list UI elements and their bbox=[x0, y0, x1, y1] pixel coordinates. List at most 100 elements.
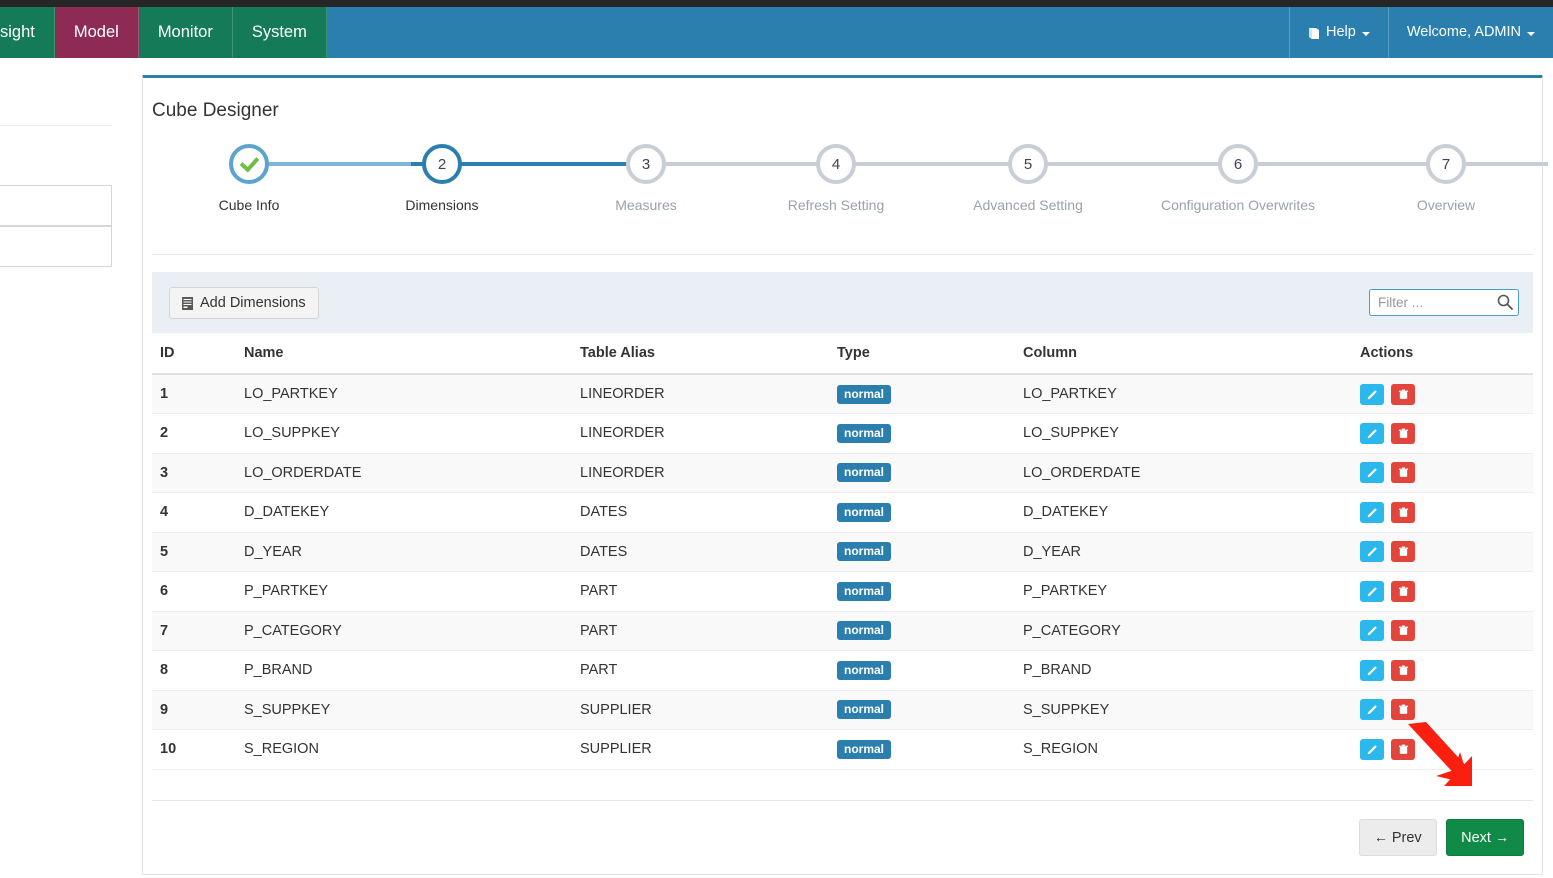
edit-row-button[interactable] bbox=[1360, 422, 1384, 444]
type-badge: normal bbox=[837, 700, 892, 720]
cell-name: P_PARTKEY bbox=[236, 571, 572, 612]
step-number: 7 bbox=[1441, 155, 1451, 173]
cell-actions bbox=[1352, 729, 1533, 770]
cell-id: 8 bbox=[152, 650, 236, 691]
column-header-type: Type bbox=[829, 333, 1015, 375]
type-badge: normal bbox=[837, 660, 892, 680]
delete-row-button[interactable] bbox=[1391, 620, 1416, 642]
dimensions-toolbar: Add Dimensions bbox=[152, 272, 1533, 333]
nav-item-label: System bbox=[251, 23, 307, 42]
edit-row-button[interactable] bbox=[1360, 580, 1384, 602]
next-button[interactable]: Next → bbox=[1446, 818, 1524, 856]
type-badge: normal bbox=[837, 542, 892, 562]
help-menu[interactable]: Help bbox=[1289, 7, 1388, 58]
table-row[interactable]: 9 S_SUPPKEY SUPPLIER normal S_SUPPKEY bbox=[152, 690, 1533, 730]
edit-row-button[interactable] bbox=[1360, 383, 1384, 405]
table-row[interactable]: 5 D_YEAR DATES normal D_YEAR bbox=[152, 532, 1533, 572]
top-dark-strip bbox=[0, 0, 1553, 7]
nav-item-label: Model bbox=[73, 23, 119, 42]
add-dimensions-button[interactable]: Add Dimensions bbox=[169, 286, 319, 319]
table-row[interactable]: 8 P_BRAND PART normal P_BRAND bbox=[152, 650, 1533, 691]
cell-actions bbox=[1352, 571, 1533, 612]
delete-row-button[interactable] bbox=[1391, 383, 1416, 405]
delete-row-button[interactable] bbox=[1391, 462, 1416, 484]
column-header-table-alias: Table Alias bbox=[572, 333, 829, 375]
cell-actions bbox=[1352, 690, 1533, 730]
cell-column: P_CATEGORY bbox=[1015, 611, 1352, 651]
nav-item-insight[interactable]: sight bbox=[0, 7, 55, 58]
table-row[interactable]: 4 D_DATEKEY DATES normal D_DATEKEY bbox=[152, 492, 1533, 533]
nav-item-model[interactable]: Model bbox=[54, 7, 139, 58]
cell-actions bbox=[1352, 374, 1533, 414]
delete-row-button[interactable] bbox=[1391, 659, 1416, 681]
nav-item-monitor[interactable]: Monitor bbox=[138, 7, 233, 58]
table-head: ID Name Table Alias Type Column Actions bbox=[152, 333, 1533, 375]
next-label: Next bbox=[1461, 829, 1491, 846]
wizard-stepper: Cube Info 2 Dimensions 3 Measures 4 Refr… bbox=[152, 144, 1548, 254]
cell-type: normal bbox=[829, 492, 1015, 533]
wizard-step-advanced-setting[interactable]: 5 Advanced Setting bbox=[938, 144, 1118, 213]
nav-item-system[interactable]: System bbox=[232, 7, 327, 58]
chevron-down-icon bbox=[1361, 31, 1370, 36]
cell-table-alias: PART bbox=[572, 650, 829, 691]
delete-row-button[interactable] bbox=[1391, 422, 1416, 444]
navbar-right-items: Help Welcome, ADMIN bbox=[1289, 7, 1553, 58]
step-number: 6 bbox=[1233, 155, 1243, 173]
edit-row-button[interactable] bbox=[1360, 659, 1384, 681]
edit-row-button[interactable] bbox=[1360, 541, 1384, 563]
left-panel-box-2[interactable] bbox=[0, 226, 112, 267]
delete-row-button[interactable] bbox=[1391, 580, 1416, 602]
table-row[interactable]: 6 P_PARTKEY PART normal P_PARTKEY bbox=[152, 571, 1533, 612]
wizard-step-overview[interactable]: 7 Overview bbox=[1356, 144, 1536, 213]
filter-input[interactable] bbox=[1369, 289, 1519, 316]
type-badge: normal bbox=[837, 621, 892, 641]
step-label: Advanced Setting bbox=[973, 197, 1083, 213]
wizard-step-measures[interactable]: 3 Measures bbox=[556, 144, 736, 213]
step-circle: 3 bbox=[626, 144, 666, 184]
edit-row-button[interactable] bbox=[1360, 738, 1384, 760]
step-label: Dimensions bbox=[405, 197, 479, 213]
cell-table-alias: PART bbox=[572, 571, 829, 612]
user-label: Welcome, ADMIN bbox=[1406, 24, 1521, 41]
edit-row-button[interactable] bbox=[1360, 699, 1384, 721]
edit-row-button[interactable] bbox=[1360, 501, 1384, 523]
table-row[interactable]: 1 LO_PARTKEY LINEORDER normal LO_PARTKEY bbox=[152, 374, 1533, 414]
navbar-left-items: sight Model Monitor System bbox=[0, 7, 327, 58]
table-row[interactable]: 2 LO_SUPPKEY LINEORDER normal LO_SUPPKEY bbox=[152, 413, 1533, 454]
step-label: Measures bbox=[615, 197, 677, 213]
cell-type: normal bbox=[829, 729, 1015, 770]
wizard-step-refresh-setting[interactable]: 4 Refresh Setting bbox=[746, 144, 926, 213]
step-circle: 5 bbox=[1008, 144, 1048, 184]
cell-table-alias: SUPPLIER bbox=[572, 690, 829, 730]
step-number: 5 bbox=[1023, 155, 1033, 173]
delete-row-button[interactable] bbox=[1391, 541, 1416, 563]
left-panel-box-1[interactable] bbox=[0, 185, 112, 226]
type-badge: normal bbox=[837, 463, 892, 483]
cell-id: 10 bbox=[152, 729, 236, 770]
prev-label: Prev bbox=[1391, 829, 1422, 846]
cell-name: P_BRAND bbox=[236, 650, 572, 691]
table-row[interactable]: 7 P_CATEGORY PART normal P_CATEGORY bbox=[152, 611, 1533, 651]
table-row[interactable]: 3 LO_ORDERDATE LINEORDER normal LO_ORDER… bbox=[152, 453, 1533, 493]
cell-name: LO_ORDERDATE bbox=[236, 453, 572, 493]
delete-row-button[interactable] bbox=[1391, 699, 1416, 721]
step-number: 2 bbox=[437, 155, 447, 173]
delete-row-button[interactable] bbox=[1391, 501, 1416, 523]
wizard-step-dimensions[interactable]: 2 Dimensions bbox=[352, 144, 532, 213]
edit-row-button[interactable] bbox=[1360, 620, 1384, 642]
edit-row-button[interactable] bbox=[1360, 462, 1384, 484]
wizard-step-configuration-overwrites[interactable]: 6 Configuration Overwrites bbox=[1148, 144, 1328, 213]
delete-row-button[interactable] bbox=[1391, 738, 1416, 760]
chevron-down-icon bbox=[1527, 31, 1535, 36]
cell-id: 9 bbox=[152, 690, 236, 730]
table-row[interactable]: 10 S_REGION SUPPLIER normal S_REGION bbox=[152, 729, 1533, 770]
prev-button[interactable]: ← Prev bbox=[1358, 818, 1437, 856]
wizard-step-cube-info[interactable]: Cube Info bbox=[159, 144, 339, 213]
cell-id: 3 bbox=[152, 453, 236, 493]
cell-column: LO_PARTKEY bbox=[1015, 374, 1352, 414]
type-badge: normal bbox=[837, 384, 892, 404]
cell-id: 7 bbox=[152, 611, 236, 651]
cell-type: normal bbox=[829, 690, 1015, 730]
nav-item-label: sight bbox=[0, 23, 35, 42]
user-menu[interactable]: Welcome, ADMIN bbox=[1387, 7, 1553, 58]
